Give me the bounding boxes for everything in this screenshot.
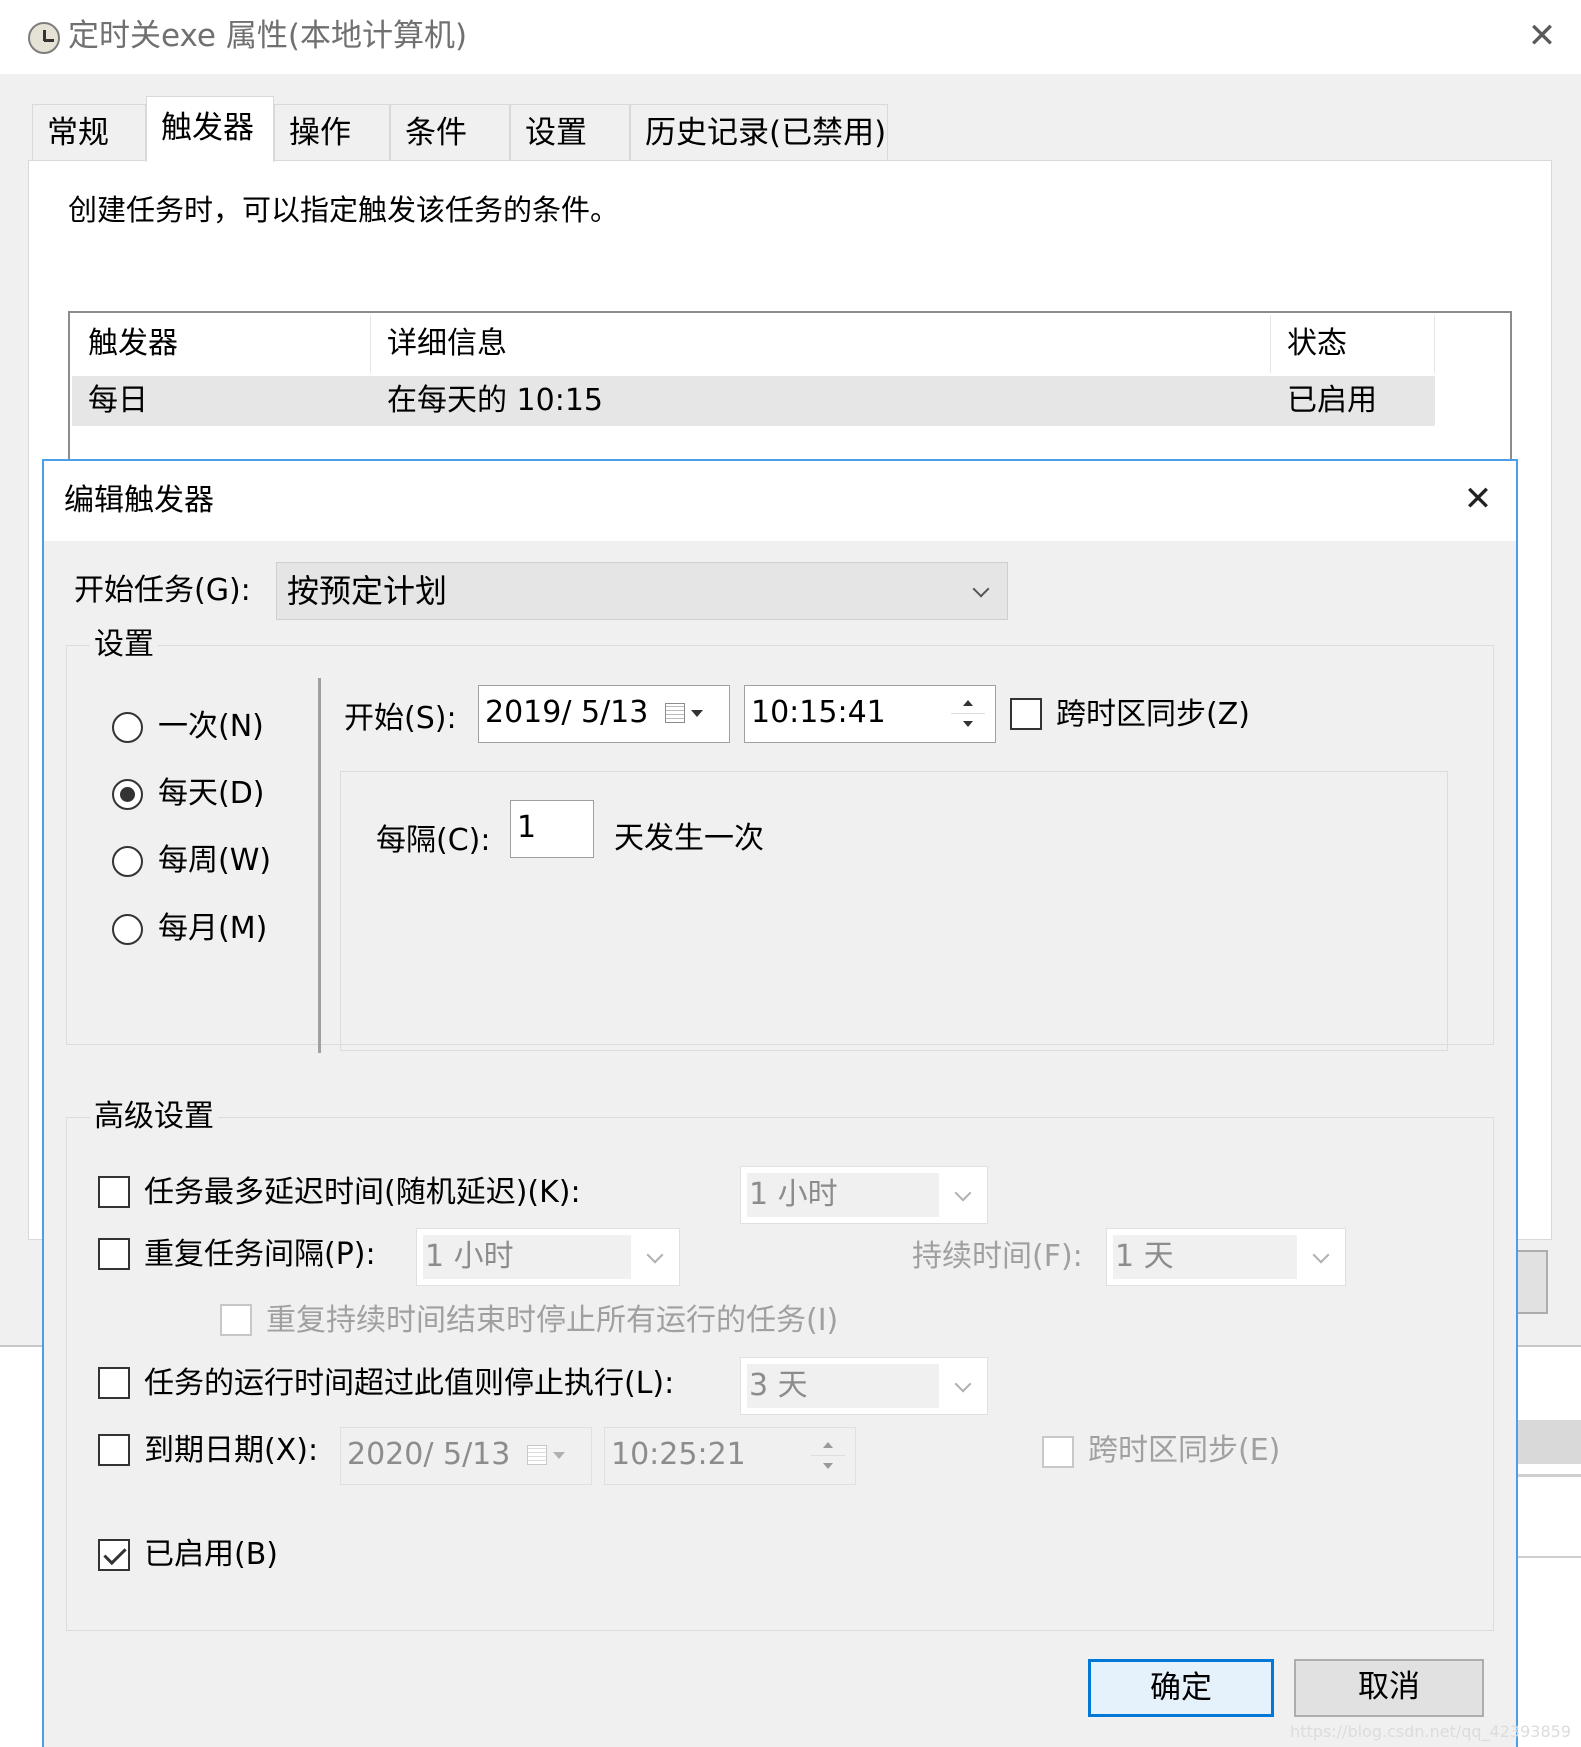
tab-conditions[interactable]: 条件: [390, 104, 510, 160]
advanced-settings-label: 高级设置: [90, 1095, 218, 1139]
calendar-icon: [665, 703, 685, 723]
dialog-close-icon[interactable]: ✕: [1454, 477, 1502, 521]
start-label: 开始(S):: [344, 701, 457, 736]
radio-daily[interactable]: [112, 779, 143, 810]
start-date-picker[interactable]: 2019/ 5/13: [478, 685, 730, 743]
stop-if-longer-value: 3 天: [747, 1364, 939, 1408]
background-line: [1518, 1474, 1581, 1477]
settings-separator: [318, 678, 321, 1053]
settings-group-label: 设置: [90, 623, 158, 667]
tab-actions[interactable]: 操作: [274, 104, 390, 160]
begin-task-select[interactable]: 按预定计划: [276, 562, 1008, 620]
tab-general[interactable]: 常规: [32, 104, 146, 160]
checkmark-icon: [103, 1541, 127, 1566]
repeat-interval-select[interactable]: 1 小时: [416, 1228, 680, 1286]
start-date-value: 2019/ 5/13: [485, 695, 649, 730]
radio-daily-label: 每天(D): [158, 776, 265, 811]
properties-close-icon[interactable]: ✕: [1518, 14, 1566, 58]
enabled-checkbox[interactable]: [98, 1539, 130, 1571]
clock-icon: [28, 22, 60, 54]
radio-monthly-label: 每月(M): [158, 911, 268, 946]
repeat-interval-value: 1 小时: [423, 1235, 631, 1279]
recur-suffix: 天发生一次: [614, 821, 764, 856]
edit-trigger-dialog: 编辑触发器 ✕ 开始任务(G): 按预定计划 设置 一次(N) 每天(D) 每周…: [42, 459, 1518, 1747]
chevron-down-icon: [646, 1246, 664, 1264]
expire-sync-timezone-label: 跨时区同步(E): [1088, 1433, 1281, 1468]
random-delay-select[interactable]: 1 小时: [740, 1166, 988, 1224]
random-delay-checkbox[interactable]: [98, 1176, 130, 1208]
expire-label: 到期日期(X):: [144, 1433, 319, 1468]
expire-time-value: 10:25:21: [611, 1437, 746, 1472]
radio-once-label: 一次(N): [158, 709, 264, 744]
column-header-details[interactable]: 详细信息: [371, 315, 1271, 373]
recurrence-panel: [340, 771, 1448, 1051]
recur-days-input[interactable]: 1: [510, 800, 594, 858]
duration-select[interactable]: 1 天: [1106, 1228, 1346, 1286]
dialog-titlebar: 编辑触发器 ✕: [44, 461, 1516, 541]
expire-date-value: 2020/ 5/13: [347, 1437, 511, 1472]
expire-checkbox[interactable]: [98, 1434, 130, 1466]
tab-settings[interactable]: 设置: [510, 104, 630, 160]
chevron-down-icon: [954, 1375, 972, 1393]
radio-monthly[interactable]: [112, 914, 143, 945]
stop-if-longer-checkbox[interactable]: [98, 1367, 130, 1399]
stop-if-longer-label: 任务的运行时间超过此值则停止执行(L):: [144, 1366, 675, 1401]
caret-down-icon: [553, 1452, 565, 1459]
start-time-value: 10:15:41: [751, 695, 886, 730]
time-spinner-icon[interactable]: [949, 688, 989, 740]
background-strip: [1518, 1420, 1581, 1464]
stop-at-duration-end-checkbox[interactable]: [220, 1304, 252, 1336]
properties-titlebar: 定时关exe 属性(本地计算机) ✕: [0, 0, 1581, 74]
details-cell: 在每天的 10:15: [371, 376, 1271, 426]
sync-timezone-checkbox[interactable]: [1010, 698, 1042, 730]
ok-button[interactable]: 确定: [1088, 1659, 1274, 1717]
radio-weekly-label: 每周(W): [158, 843, 272, 878]
tab-history[interactable]: 历史记录(已禁用): [630, 104, 888, 160]
random-delay-value: 1 小时: [747, 1173, 939, 1217]
trigger-cell: 每日: [72, 376, 371, 426]
begin-task-value: 按预定计划: [287, 572, 448, 610]
duration-value: 1 天: [1113, 1235, 1297, 1279]
enabled-label: 已启用(B): [144, 1537, 278, 1572]
stop-at-duration-end-label: 重复持续时间结束时停止所有运行的任务(I): [266, 1303, 839, 1338]
random-delay-label: 任务最多延迟时间(随机延迟)(K):: [144, 1175, 581, 1210]
cancel-button[interactable]: 取消: [1294, 1659, 1484, 1717]
chevron-down-icon: [972, 580, 990, 598]
duration-label: 持续时间(F):: [912, 1239, 1083, 1274]
background-line: [1518, 1556, 1581, 1558]
repeat-interval-checkbox[interactable]: [98, 1238, 130, 1270]
status-cell: 已启用: [1271, 376, 1435, 426]
stop-if-longer-select[interactable]: 3 天: [740, 1357, 988, 1415]
triggers-description: 创建任务时，可以指定触发该任务的条件。: [68, 193, 620, 227]
radio-weekly[interactable]: [112, 846, 143, 877]
chevron-down-icon: [954, 1184, 972, 1202]
table-row[interactable]: 每日 在每天的 10:15 已启用: [72, 376, 1435, 426]
calendar-icon: [527, 1445, 547, 1465]
begin-task-label: 开始任务(G):: [74, 573, 251, 608]
triggers-table: 触发器 详细信息 状态 每日 在每天的 10:15 已启用: [68, 311, 1512, 471]
properties-button-edge[interactable]: [1516, 1250, 1548, 1314]
column-header-status[interactable]: 状态: [1271, 315, 1435, 373]
radio-once[interactable]: [112, 712, 143, 743]
caret-down-icon: [691, 710, 703, 717]
sync-timezone-label: 跨时区同步(Z): [1056, 697, 1250, 732]
chevron-down-icon: [1312, 1246, 1330, 1264]
time-spinner-icon[interactable]: [809, 1430, 849, 1482]
repeat-interval-label: 重复任务间隔(P):: [144, 1237, 376, 1272]
recur-label: 每隔(C):: [376, 823, 491, 858]
tab-triggers[interactable]: 触发器: [146, 96, 274, 162]
start-time-field[interactable]: 10:15:41: [744, 685, 996, 743]
watermark: https://blog.csdn.net/qq_42393859: [1290, 1722, 1571, 1741]
properties-title: 定时关exe 属性(本地计算机): [68, 18, 468, 54]
expire-time-field[interactable]: 10:25:21: [604, 1427, 856, 1485]
dialog-title: 编辑触发器: [64, 483, 214, 518]
expire-sync-timezone-checkbox[interactable]: [1042, 1436, 1074, 1468]
column-header-trigger[interactable]: 触发器: [72, 315, 371, 373]
expire-date-picker[interactable]: 2020/ 5/13: [340, 1427, 592, 1485]
